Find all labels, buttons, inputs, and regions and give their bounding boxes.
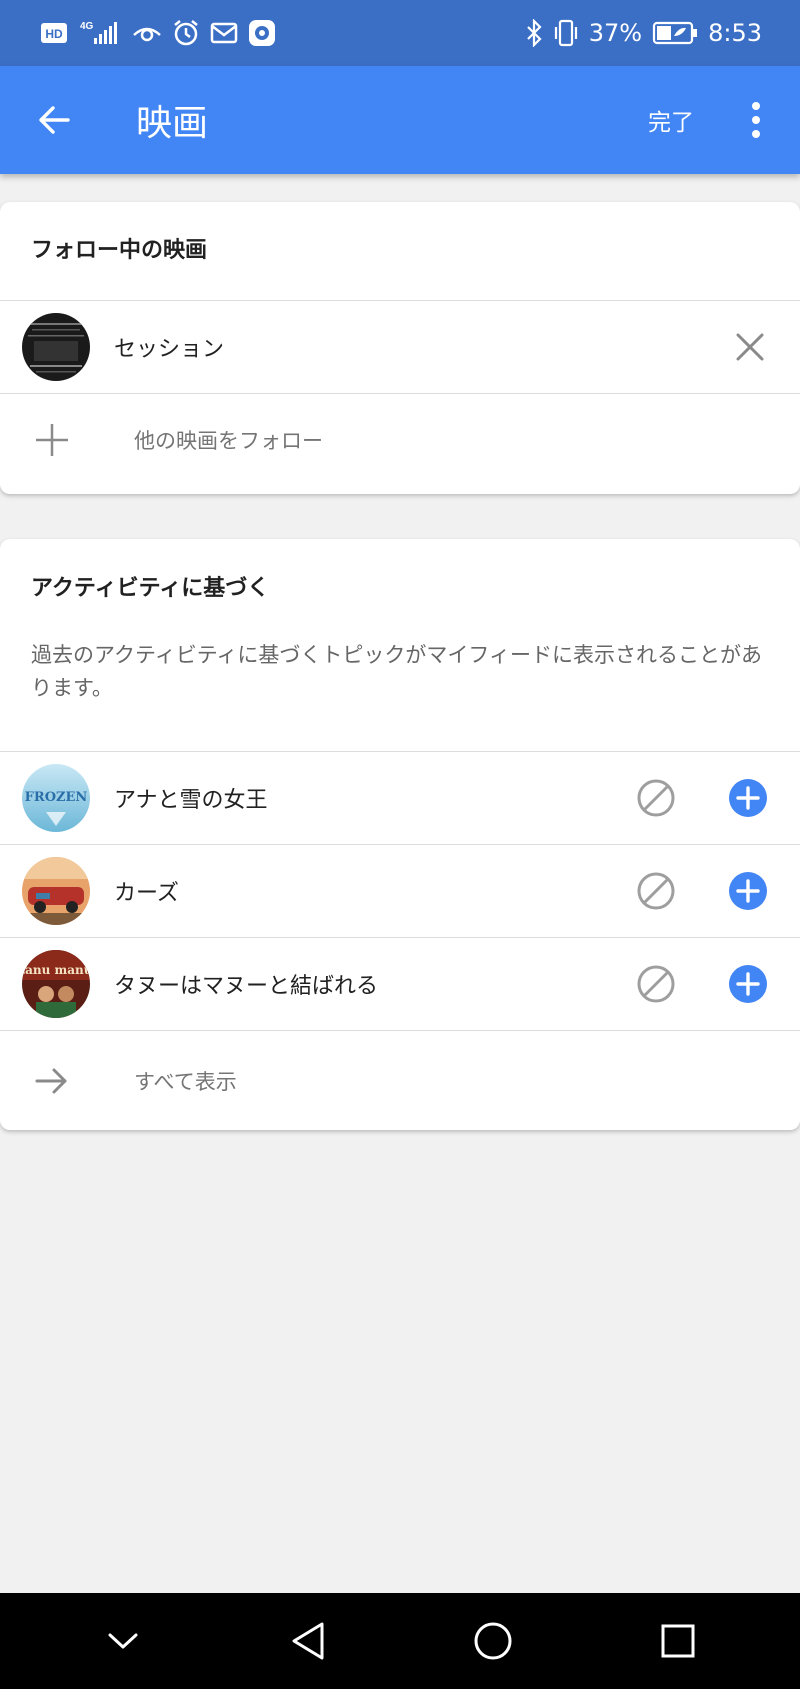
status-right: 37% 8:53 [525, 17, 762, 49]
more-options-button[interactable] [734, 90, 778, 150]
suggestion-item[interactable]: カーズ [0, 845, 800, 937]
follow-more-label: 他の映画をフォロー [134, 429, 323, 453]
svg-text:HD: HD [45, 27, 63, 41]
suggestion-label: アナと雪の女王 [114, 788, 268, 813]
follow-button[interactable] [728, 964, 768, 1004]
suggestion-item[interactable]: tanu manu タヌーはマヌーと結ばれる [0, 938, 800, 1030]
add-circle-icon [729, 872, 767, 910]
movie-thumbnail: tanu manu [22, 950, 90, 1018]
nav-collapse-button[interactable] [83, 1601, 163, 1681]
suggestion-label: タヌーはマヌーと結ばれる [114, 974, 379, 999]
arrow-icon-wrap [0, 1065, 104, 1097]
block-icon [637, 965, 675, 1003]
vibrate-icon [553, 17, 579, 49]
arrow-forward-icon [35, 1068, 67, 1094]
add-circle-icon [729, 779, 767, 817]
suggestion-item[interactable]: FROZEN アナと雪の女王 [0, 752, 800, 844]
activity-title: アクティビティに基づく [31, 576, 270, 601]
clock: 8:53 [708, 19, 762, 47]
back-button[interactable] [0, 66, 108, 174]
app-icon [248, 17, 276, 49]
svg-text:tanu manu: tanu manu [22, 963, 90, 977]
block-button[interactable] [636, 778, 676, 818]
square-recents-icon [661, 1624, 694, 1658]
following-card: フォロー中の映画 セッション 他の映画をフォロー [0, 202, 800, 494]
signal-icon: 4G [78, 17, 122, 49]
block-icon [637, 872, 675, 910]
block-icon [637, 779, 675, 817]
follow-more-row[interactable]: 他の映画をフォロー [0, 394, 800, 486]
done-button[interactable]: 完了 [648, 103, 694, 137]
movie-thumbnail [22, 857, 90, 925]
movie-thumbnail: FROZEN [22, 764, 90, 832]
block-button[interactable] [636, 871, 676, 911]
unfollow-button[interactable] [730, 327, 770, 367]
show-all-label: すべて表示 [134, 1070, 237, 1094]
svg-text:4G: 4G [80, 21, 94, 32]
triangle-back-icon [292, 1622, 323, 1660]
alarm-icon [172, 17, 200, 49]
show-all-row[interactable]: すべて表示 [0, 1031, 800, 1131]
following-item-label: セッション [114, 337, 225, 362]
status-bar: HD 4G 37% 8:53 [0, 0, 800, 66]
circle-home-icon [474, 1622, 511, 1660]
bluetooth-icon [525, 17, 543, 49]
movie-thumbnail [22, 313, 90, 381]
svg-text:FROZEN: FROZEN [25, 790, 88, 805]
eye-icon [132, 17, 162, 49]
arrow-back-icon [39, 106, 70, 134]
following-title: フォロー中の映画 [31, 238, 208, 263]
following-item[interactable]: セッション [0, 301, 800, 393]
suggestion-label: カーズ [114, 881, 179, 906]
nav-recents-button[interactable] [638, 1601, 718, 1681]
battery-icon [652, 17, 698, 49]
system-nav-bar [0, 1593, 800, 1689]
add-circle-icon [729, 965, 767, 1003]
status-left: HD 4G [40, 17, 276, 49]
hd-icon: HD [40, 17, 68, 49]
add-icon-wrap [0, 422, 104, 458]
chevron-down-icon [108, 1633, 137, 1649]
battery-percent: 37% [588, 19, 643, 47]
mail-icon [210, 17, 238, 49]
follow-button[interactable] [728, 871, 768, 911]
close-icon [736, 333, 764, 361]
nav-back-button[interactable] [268, 1601, 348, 1681]
follow-button[interactable] [728, 778, 768, 818]
more-vert-icon [752, 102, 760, 138]
app-bar: 映画 完了 [0, 66, 800, 174]
nav-home-button[interactable] [453, 1601, 533, 1681]
block-button[interactable] [636, 964, 676, 1004]
page-title: 映画 [136, 103, 209, 144]
activity-card: アクティビティに基づく 過去のアクティビティに基づくトピックがマイフィードに表示… [0, 539, 800, 1130]
activity-description: 過去のアクティビティに基づくトピックがマイフィードに表示されることがあります。 [31, 643, 763, 700]
plus-icon [36, 424, 68, 456]
